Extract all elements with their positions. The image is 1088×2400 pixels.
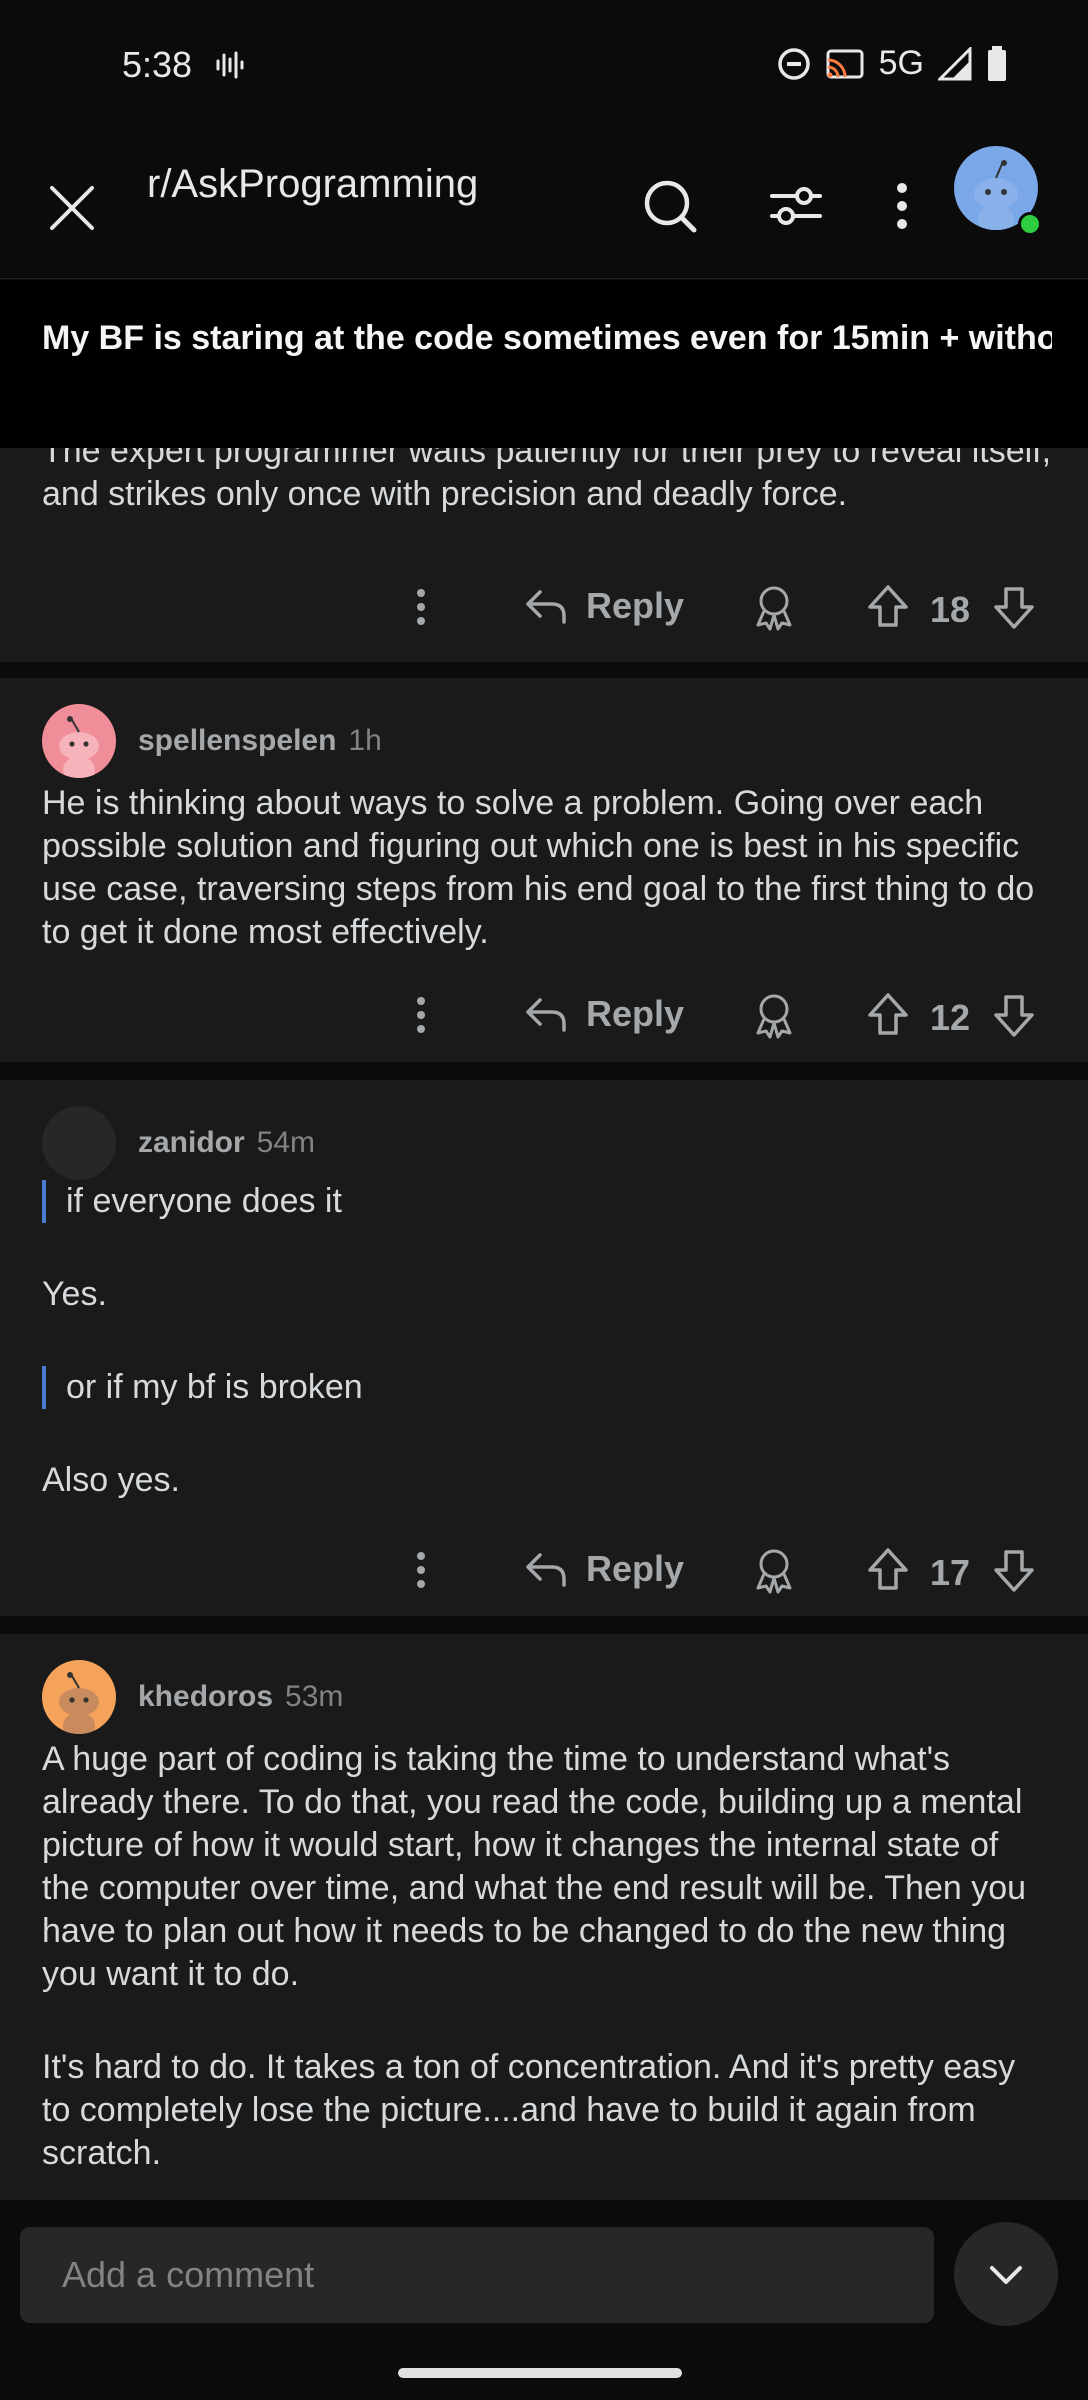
reply-button[interactable]: Reply [524,585,684,627]
comment-text: Yes. [42,1275,107,1313]
upvote-icon[interactable] [866,991,910,1039]
comment-age: 53m [285,1680,344,1713]
commenter-avatar[interactable] [42,1106,116,1180]
comment-paragraph: A huge part of coding is taking the time… [42,1740,1027,1993]
home-indicator[interactable] [398,2368,682,2378]
award-icon[interactable] [752,1546,796,1594]
subreddit-name[interactable]: r/AskProgramming [147,162,478,207]
comment-actions: Reply 18 [0,575,1088,645]
search-icon[interactable] [640,176,700,236]
downvote-icon[interactable] [992,991,1036,1039]
comment-text: Also yes. [42,1461,180,1499]
post-title-bar[interactable]: My BF is staring at the code sometimes e… [0,280,1088,448]
reply-icon [526,1553,566,1587]
reply-label: Reply [586,993,685,1034]
downvote-icon[interactable] [992,1546,1036,1594]
reply-label: Reply [586,1548,685,1589]
chevron-down-icon [990,2266,1022,2284]
comment-actions: Reply 12 [0,983,1088,1053]
more-vertical-icon[interactable] [408,991,434,1043]
comment: spellenspelen 1h He is thinking about wa… [0,678,1088,1062]
more-options-icon[interactable] [872,176,932,236]
downvote-icon[interactable] [992,583,1036,631]
upvote-icon[interactable] [866,1546,910,1594]
top-app-bar: r/AskProgramming [0,130,1088,279]
vote-score: 18 [930,589,971,630]
cast-icon [826,49,864,78]
sort-filter-icon[interactable] [766,176,826,236]
reply-label: Reply [586,585,685,626]
vote-score: 12 [930,997,971,1038]
commenter-avatar[interactable] [42,1660,116,1734]
comment-age: 54m [256,1126,316,1159]
upvote-icon[interactable] [866,583,910,631]
comment-composer-bar: Add a comment [0,2200,1088,2400]
signal-icon [938,46,972,80]
add-comment-input[interactable]: Add a comment [20,2227,934,2323]
status-bar: 5:38 5G [0,0,1088,130]
comment-paragraph: It's hard to do. It takes a ton of conce… [42,2048,1016,2172]
more-vertical-icon[interactable] [408,1546,434,1598]
reply-button[interactable]: Reply [524,1548,684,1590]
vote-score: 17 [930,1552,971,1593]
battery-icon [988,45,1006,81]
comment: zanidor 54m if everyone does it Yes. or … [0,1080,1088,1616]
comment-quote: if everyone does it [42,1180,1052,1223]
post-title: My BF is staring at the code sometimes e… [42,319,1052,357]
collapse-button[interactable] [954,2222,1058,2326]
reply-icon [526,590,566,624]
comment: The expert programmer waits patiently fo… [0,430,1088,662]
network-label: 5G [878,44,924,82]
close-icon[interactable] [42,178,102,238]
reply-button[interactable]: Reply [524,993,684,1035]
award-icon[interactable] [752,991,796,1039]
comment-username[interactable]: zanidor [138,1126,245,1160]
comment: khedoros 53m A huge part of coding is ta… [0,1634,1088,2200]
comment-actions: Reply 17 [0,1538,1088,1608]
comment-quote: or if my bf is broken [42,1366,1052,1409]
commenter-avatar[interactable] [42,704,116,778]
status-time: 5:38 [122,44,193,85]
award-icon[interactable] [752,583,796,631]
snoo-avatar-icon [42,1660,116,1734]
more-vertical-icon[interactable] [408,583,434,635]
comment-username[interactable]: khedoros [138,1680,273,1714]
comment-age: 1h [348,724,382,757]
reply-icon [526,998,566,1032]
snoo-avatar-icon [42,704,116,778]
do-not-disturb-icon [777,47,810,80]
comment-username[interactable]: spellenspelen [138,724,336,758]
voice-wave-icon [216,51,244,79]
comment-body: He is thinking about ways to solve a pro… [42,784,1035,951]
online-indicator [1018,212,1042,236]
